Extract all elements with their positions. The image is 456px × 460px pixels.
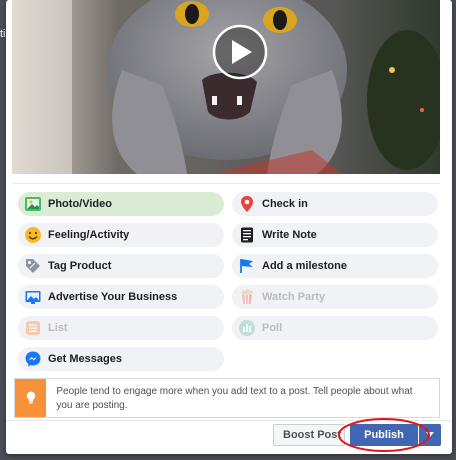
- feeling-activity-option[interactable]: Feeling/Activity: [18, 223, 224, 247]
- advertise-icon: [24, 288, 42, 306]
- write-note-option[interactable]: Write Note: [232, 223, 438, 247]
- poll-label: Poll: [262, 322, 283, 334]
- engagement-tip: People tend to engage more when you add …: [14, 378, 440, 418]
- get-messages-label: Get Messages: [48, 353, 122, 365]
- tag-product-option[interactable]: Tag Product: [18, 254, 224, 278]
- flag-icon: [238, 257, 256, 275]
- feeling-activity-label: Feeling/Activity: [48, 229, 130, 241]
- photo-video-label: Photo/Video: [48, 198, 112, 210]
- location-pin-icon: [238, 195, 256, 213]
- list-icon: [24, 319, 42, 337]
- watch-party-label: Watch Party: [262, 291, 326, 303]
- divider: [12, 183, 440, 184]
- boost-post-button[interactable]: Boost Post: [273, 424, 345, 446]
- check-in-option[interactable]: Check in: [232, 192, 438, 216]
- poll-option[interactable]: Poll: [232, 316, 438, 340]
- publish-button[interactable]: Publish: [350, 424, 418, 446]
- publish-dropdown-button[interactable]: [419, 424, 441, 446]
- smiley-icon: [24, 226, 42, 244]
- lightbulb-icon: [15, 379, 47, 417]
- write-note-label: Write Note: [262, 229, 317, 241]
- advertise-business-option[interactable]: Advertise Your Business: [18, 285, 224, 309]
- video-preview[interactable]: [12, 0, 440, 174]
- advertise-business-label: Advertise Your Business: [48, 291, 178, 303]
- tip-text: People tend to engage more when you add …: [56, 386, 413, 411]
- note-icon: [238, 226, 256, 244]
- check-in-label: Check in: [262, 198, 308, 210]
- add-milestone-option[interactable]: Add a milestone: [232, 254, 438, 278]
- photo-video-option[interactable]: Photo/Video: [18, 192, 224, 216]
- popcorn-icon: [238, 288, 256, 306]
- get-messages-option[interactable]: Get Messages: [18, 347, 224, 371]
- tag-icon: [24, 257, 42, 275]
- add-milestone-label: Add a milestone: [262, 260, 347, 272]
- watch-party-option[interactable]: Watch Party: [232, 285, 438, 309]
- cat-video-thumbnail: [12, 0, 440, 174]
- list-label: List: [48, 322, 68, 334]
- photo-icon: [24, 195, 42, 213]
- list-option[interactable]: List: [18, 316, 224, 340]
- caret-down-icon: [426, 432, 434, 437]
- tag-product-label: Tag Product: [48, 260, 112, 272]
- poll-icon: [238, 319, 256, 337]
- messenger-icon: [24, 350, 42, 368]
